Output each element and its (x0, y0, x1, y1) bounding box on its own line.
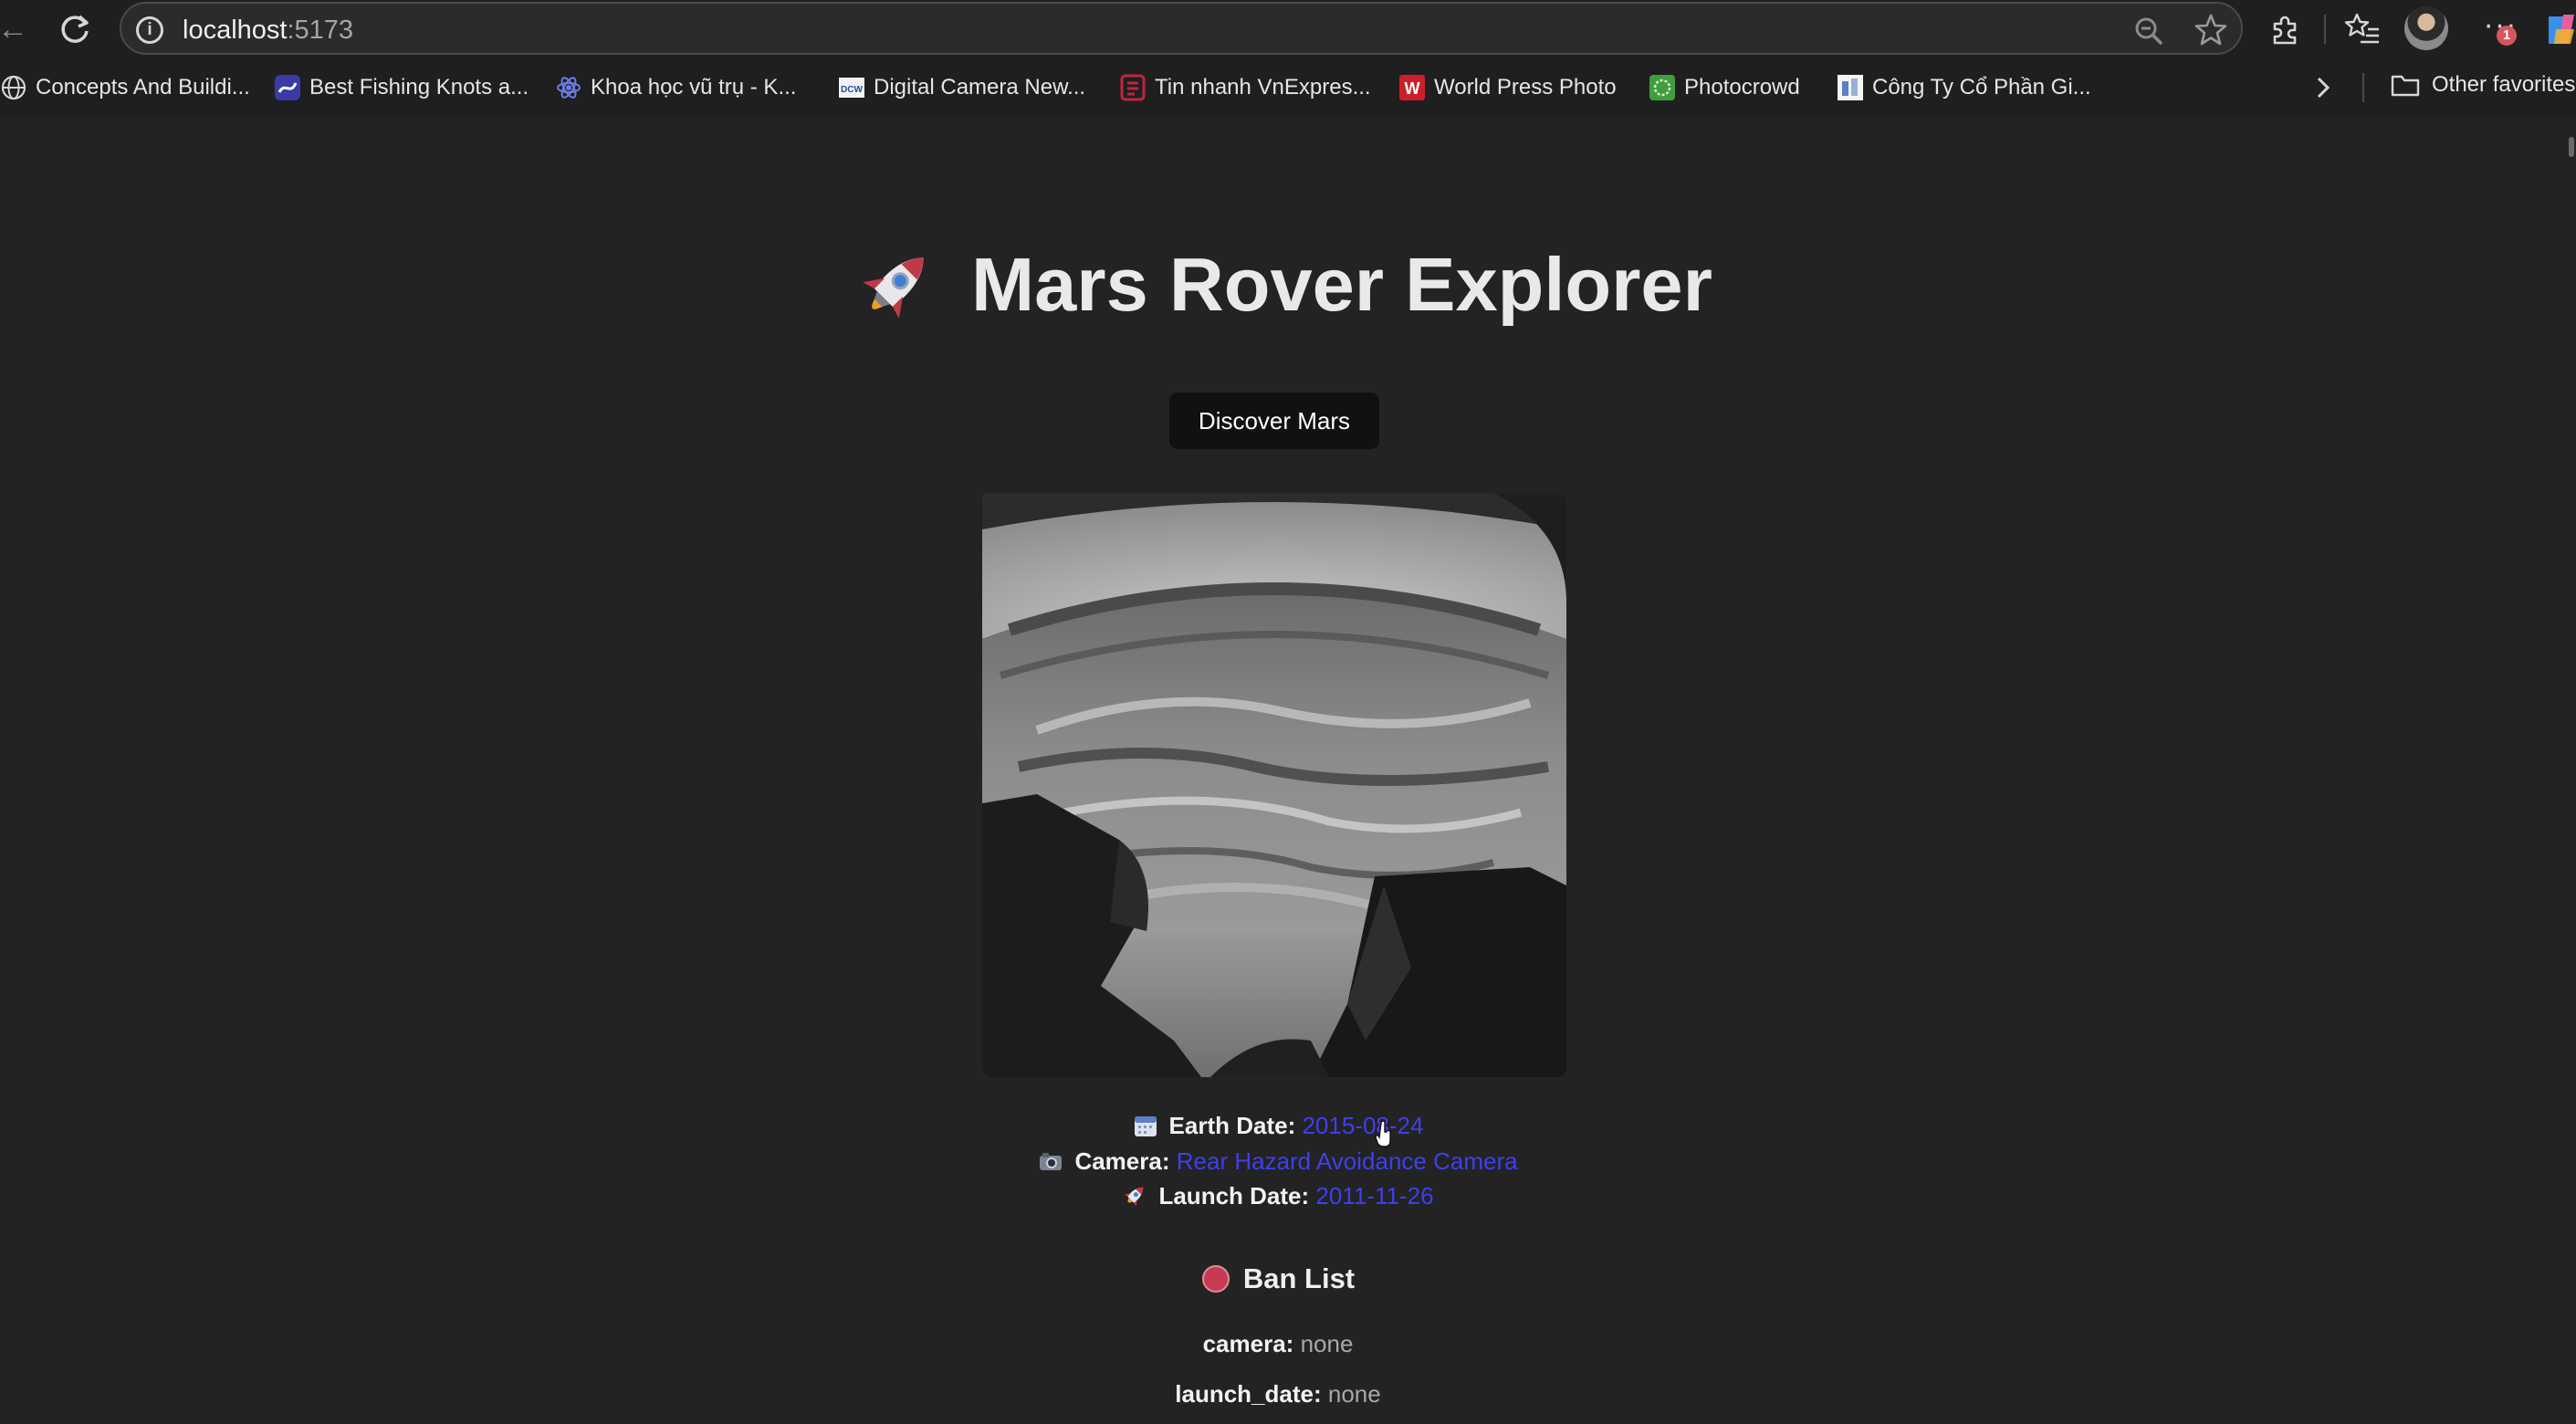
other-favorites-button[interactable]: Other favorites (2390, 71, 2575, 99)
ban-key: camera: (1202, 1330, 1294, 1357)
toolbar-divider (2324, 15, 2326, 44)
favorites-icon[interactable] (2342, 9, 2382, 49)
chevron-right-icon[interactable] (2309, 69, 2337, 106)
bookmark-item[interactable]: Best Fishing Knots a... (274, 71, 529, 104)
earth-date-label: Earth Date: (1168, 1112, 1296, 1139)
ban-list-heading: Ban List (1004, 1259, 1552, 1299)
bookmark-label: Tin nhanh VnExpres... (1155, 75, 1371, 99)
vnexpress-favicon (1120, 74, 1146, 101)
bookmark-item[interactable]: Công Ty Cổ Phần Gi... (1837, 71, 2091, 104)
launch-date-value[interactable]: 2011-11-26 (1315, 1182, 1433, 1209)
camera-label: Camera: (1074, 1147, 1170, 1175)
mouse-pointer-icon (1375, 1121, 1391, 1147)
folder-icon (2391, 75, 2420, 97)
bookmark-label: Digital Camera New... (874, 75, 1086, 99)
bookmark-label: Photocrowd (1684, 75, 1800, 99)
world-press-photo-favicon: W (1399, 75, 1425, 100)
camera-row: Camera: Rear Hazard Avoidance Camera (822, 1146, 1734, 1177)
globe-icon (1, 75, 26, 100)
scrollbar-thumb[interactable] (2569, 137, 2574, 157)
camera-icon (1040, 1153, 1063, 1170)
copilot-icon[interactable] (2543, 9, 2576, 49)
bookmarks-divider (2362, 73, 2364, 102)
reload-icon[interactable] (55, 9, 95, 49)
browser-toolbar: ← i localhost:5173 ··· 1 (0, 0, 2576, 58)
earth-date-row: Earth Date: 2015-08-24 (822, 1110, 1734, 1141)
notification-badge: 1 (2497, 26, 2517, 46)
rocket-small-icon (1125, 1187, 1144, 1207)
mars-rover-photo[interactable] (982, 493, 1566, 1077)
fishing-knot-favicon (275, 75, 300, 100)
earth-date-value[interactable]: 2015-08-24 (1302, 1112, 1423, 1139)
svg-text:W: W (1405, 79, 1420, 98)
bookmark-label: Concepts And Buildi... (36, 75, 250, 99)
camera-value[interactable]: Rear Hazard Avoidance Camera (1177, 1147, 1518, 1175)
zoom-icon[interactable] (2133, 16, 2164, 47)
calendar-icon (1134, 1116, 1157, 1136)
app-title: Mars Rover Explorer (971, 242, 1712, 327)
bookmark-label: Best Fishing Knots a... (309, 75, 529, 99)
ban-list-item: camera: none (1004, 1328, 1552, 1359)
other-favorites-label: Other favorites (2432, 72, 2576, 97)
bookmark-label: Công Ty Cổ Phần Gi... (1872, 75, 2091, 99)
svg-text:DCW: DCW (841, 85, 863, 95)
bookmark-label: Khoa học vũ trụ - K... (591, 75, 797, 99)
bookmark-item[interactable]: Photocrowd (1649, 71, 1800, 104)
bookmark-item[interactable]: W World Press Photo (1398, 71, 1617, 104)
photocrowd-favicon (1649, 75, 1675, 100)
add-favorite-star-icon[interactable] (2194, 13, 2228, 47)
bookmark-item[interactable]: DCW Digital Camera New... (838, 71, 1085, 104)
ban-list-item: launch_date: none (1004, 1378, 1552, 1409)
dcw-favicon: DCW (839, 78, 864, 98)
address-bar[interactable]: i localhost:5173 (120, 2, 2243, 55)
ban-list-title: Ban List (1242, 1262, 1356, 1294)
bookmark-item[interactable]: Tin nhanh VnExpres... (1119, 71, 1371, 104)
discover-mars-button[interactable]: Discover Mars (1169, 393, 1379, 449)
back-arrow-icon[interactable]: ← (0, 9, 33, 49)
profile-avatar[interactable] (2404, 6, 2448, 50)
bookmark-label: World Press Photo (1434, 75, 1617, 99)
launch-date-label: Launch Date: (1158, 1182, 1310, 1209)
page-title: Mars Rover Explorer (854, 239, 1712, 330)
ban-key: launch_date: (1175, 1380, 1322, 1408)
site-info-icon[interactable]: i (136, 16, 163, 44)
bookmark-item[interactable]: Khoa học vũ trụ - K... (555, 71, 796, 104)
ban-value: none (1327, 1380, 1381, 1408)
stop-sign-icon (1201, 1265, 1230, 1293)
bookmarks-bar: Concepts And Buildi... Best Fishing Knot… (0, 58, 2576, 117)
atom-favicon (557, 77, 581, 99)
ban-value: none (1300, 1330, 1354, 1357)
company-favicon (1838, 75, 1863, 100)
extensions-icon[interactable] (2266, 9, 2306, 49)
rocket-icon (863, 257, 924, 319)
launch-date-row: Launch Date: 2011-11-26 (822, 1180, 1734, 1211)
url-text[interactable]: localhost:5173 (183, 15, 353, 46)
bookmark-item[interactable]: Concepts And Buildi... (0, 71, 250, 104)
